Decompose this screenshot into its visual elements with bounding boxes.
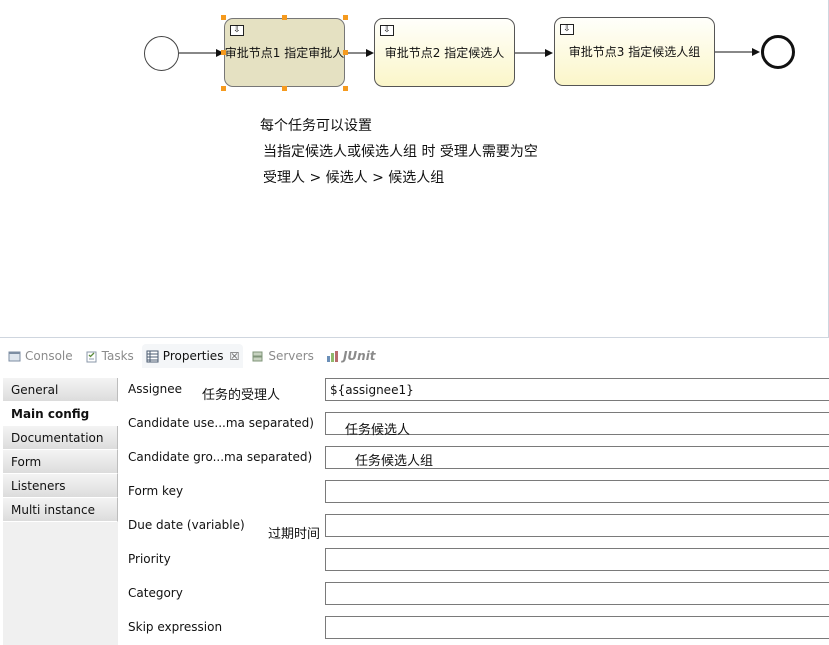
user-task-icon: ⇩ (560, 24, 574, 35)
sidebar-item-general[interactable]: General (3, 378, 118, 402)
task-approval-node-3[interactable]: ⇩ 审批节点3 指定候选人组 (554, 17, 715, 86)
field-row-skip-expression: Skip expression (128, 616, 829, 640)
assignee-input[interactable] (325, 378, 829, 401)
due-date-label: Due date (variable) (128, 518, 245, 532)
tab-label: Tasks (101, 349, 134, 363)
task-approval-node-1[interactable]: ⇩ 审批节点1 指定审批人 (224, 18, 345, 87)
tab-label: Properties (162, 349, 224, 363)
servers-icon (252, 351, 263, 361)
sidebar-item-listeners[interactable]: Listeners (3, 474, 118, 498)
process-diagram-canvas[interactable]: ⇩ 审批节点1 指定审批人 ⇩ 审批节点2 指定候选人 ⇩ 审批节点3 指定候选… (0, 0, 829, 338)
assignee-label: Assignee (128, 382, 183, 396)
diagram-note-line-2: 当指定候选人或候选人组 时 受理人需要为空 (263, 144, 538, 160)
close-icon[interactable]: ☒ (229, 350, 239, 363)
candidate-users-annotation: 任务候选人 (345, 423, 411, 438)
view-tab-bar: Console Tasks Properties ☒ Servers JUnit (0, 344, 829, 368)
diagram-note-line-1: 每个任务可以设置 (260, 118, 372, 134)
candidate-users-label: Candidate use...ma separated) (128, 416, 314, 430)
start-event[interactable] (144, 36, 179, 71)
tab-label: Console (25, 349, 73, 363)
user-task-icon: ⇩ (380, 25, 394, 36)
field-row-priority: Priority (128, 548, 829, 572)
form-key-label: Form key (128, 484, 184, 498)
assignee-annotation: 任务的受理人 (202, 388, 281, 403)
candidate-groups-annotation: 任务候选人组 (355, 454, 434, 469)
task-label: 审批节点3 指定候选人组 (568, 45, 701, 59)
properties-icon (146, 350, 159, 362)
sidebar-item-multi-instance[interactable]: Multi instance (3, 498, 118, 522)
skip-expression-input[interactable] (325, 616, 829, 639)
field-row-candidate-groups: Candidate gro...ma separated) (128, 446, 829, 470)
selection-handle[interactable] (343, 15, 348, 20)
skip-expression-label: Skip expression (128, 620, 223, 634)
selection-handle[interactable] (343, 50, 348, 55)
field-row-category: Category (128, 582, 829, 606)
selection-handle[interactable] (282, 86, 287, 91)
selection-handle[interactable] (343, 86, 348, 91)
selection-handle[interactable] (221, 15, 226, 20)
task-label: 审批节点1 指定审批人 (224, 46, 345, 60)
candidate-groups-label: Candidate gro...ma separated) (128, 450, 313, 464)
priority-label: Priority (128, 552, 171, 566)
tab-junit[interactable]: JUnit (322, 344, 380, 368)
diagram-note-line-3: 受理人 > 候选人 > 候选人组 (263, 170, 445, 186)
sidebar-item-documentation[interactable]: Documentation (3, 426, 118, 450)
selection-handle[interactable] (221, 50, 226, 55)
field-row-form-key: Form key (128, 480, 829, 504)
user-task-icon: ⇩ (230, 25, 244, 36)
tab-console[interactable]: Console (4, 344, 77, 368)
sidebar-item-form[interactable]: Form (3, 450, 118, 474)
field-row-due-date: Due date (variable) (128, 514, 829, 538)
task-approval-node-2[interactable]: ⇩ 审批节点2 指定候选人 (374, 18, 515, 87)
junit-icon (326, 350, 338, 362)
form-key-input[interactable] (325, 480, 829, 503)
field-row-candidate-users: Candidate use...ma separated) (128, 412, 829, 436)
properties-panel: General Main config Documentation Form L… (0, 368, 829, 645)
task-label: 审批节点2 指定候选人 (384, 46, 505, 60)
category-input[interactable] (325, 582, 829, 605)
tab-servers[interactable]: Servers (247, 344, 318, 368)
tab-tasks[interactable]: Tasks (81, 344, 138, 368)
properties-sidebar: General Main config Documentation Form L… (3, 378, 118, 645)
tab-properties[interactable]: Properties ☒ (141, 344, 244, 368)
selection-handle[interactable] (282, 15, 287, 20)
due-date-annotation: 过期时间 (268, 527, 321, 542)
due-date-input[interactable] (325, 514, 829, 537)
priority-input[interactable] (325, 548, 829, 571)
tasks-icon (86, 351, 97, 362)
console-icon (8, 351, 21, 361)
tab-label: JUnit (342, 349, 376, 363)
category-label: Category (128, 586, 183, 600)
selection-handle[interactable] (221, 86, 226, 91)
end-event[interactable] (761, 35, 795, 69)
tab-label: Servers (268, 349, 314, 363)
sidebar-item-main-config[interactable]: Main config (3, 402, 118, 426)
